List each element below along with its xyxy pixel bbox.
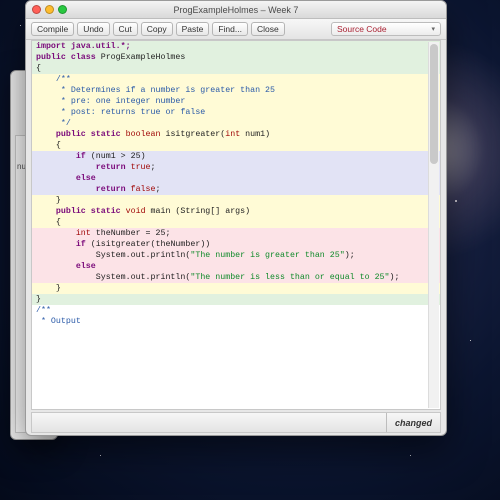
code-token: num1) [240, 130, 270, 139]
code-token: void [121, 207, 146, 216]
code-line: /** [32, 305, 440, 316]
code-line: { [32, 63, 440, 74]
compile-button[interactable]: Compile [31, 22, 74, 36]
view-mode-dropdown[interactable]: Source Code ▾ [331, 22, 441, 36]
code-line: /** [32, 74, 440, 85]
decor-star [410, 455, 411, 456]
code-token: int [36, 229, 91, 238]
code-line: else [36, 262, 96, 271]
code-token: false [126, 185, 156, 194]
code-token: public [36, 53, 66, 62]
code-token: if [36, 240, 86, 249]
close-button[interactable]: Close [251, 22, 285, 36]
chevron-updown-icon: ▾ [431, 25, 435, 33]
code-token: "The number is greater than 25" [190, 251, 344, 260]
code-line: import java.util.*; [36, 42, 131, 51]
code-token: true [126, 163, 151, 172]
code-line: */ [32, 118, 440, 129]
status-bar: changed [31, 412, 441, 433]
copy-button[interactable]: Copy [141, 22, 173, 36]
code-token: ); [390, 273, 400, 282]
code-token: "The number is less than or equal to 25" [190, 273, 389, 282]
code-line: * Determines if a number is greater than… [32, 85, 440, 96]
code-line: * Output [32, 316, 440, 327]
code-token: ); [345, 251, 355, 260]
editor-window: ProgExampleHolmes – Week 7 Compile Undo … [25, 0, 447, 436]
code-line: * post: returns true or false [32, 107, 440, 118]
decor-star [20, 25, 21, 26]
code-line: } [32, 294, 440, 305]
code-token: int [225, 130, 240, 139]
code-token: ; [151, 163, 156, 172]
code-token: return [36, 185, 126, 194]
window-title: ProgExampleHolmes – Week 7 [26, 5, 446, 15]
code-token: isitgreater( [161, 130, 226, 139]
undo-button[interactable]: Undo [77, 22, 109, 36]
view-mode-selected: Source Code [337, 24, 387, 34]
code-token: if [36, 152, 86, 161]
code-token: boolean [121, 130, 161, 139]
toolbar: Compile Undo Cut Copy Paste Find... Clos… [26, 19, 446, 40]
code-token: static [86, 207, 121, 216]
code-token: System.out.println( [36, 251, 190, 260]
code-token: (isitgreater(theNumber)) [86, 240, 210, 249]
code-token: (num1 > 25) [86, 152, 146, 161]
code-token: ; [156, 185, 161, 194]
code-token: public [36, 130, 86, 139]
paste-button[interactable]: Paste [176, 22, 210, 36]
vertical-scrollbar[interactable] [428, 42, 439, 408]
code-token: main (String[] args) [146, 207, 251, 216]
code-token: class [66, 53, 96, 62]
cut-button[interactable]: Cut [113, 22, 138, 36]
decor-star [470, 340, 471, 341]
scrollbar-thumb[interactable] [430, 44, 438, 164]
status-changed-indicator: changed [386, 413, 440, 432]
code-line: { [32, 140, 440, 151]
code-token: ProgExampleHolmes [96, 53, 186, 62]
titlebar[interactable]: ProgExampleHolmes – Week 7 [26, 1, 446, 19]
code-token: return [36, 163, 126, 172]
code-line: } [32, 283, 440, 294]
code-line: } [32, 195, 440, 206]
code-line: * pre: one integer number [32, 96, 440, 107]
code-token: System.out.println( [36, 273, 190, 282]
decor-star [100, 455, 101, 456]
code-line: { [32, 217, 440, 228]
status-message-area [32, 413, 386, 432]
code-token: public [36, 207, 86, 216]
code-token: static [86, 130, 121, 139]
find-button[interactable]: Find... [212, 22, 248, 36]
code-token: theNumber = 25; [91, 229, 171, 238]
code-line: else [36, 174, 96, 183]
code-editor[interactable]: import java.util.*; public class ProgExam… [31, 40, 441, 410]
